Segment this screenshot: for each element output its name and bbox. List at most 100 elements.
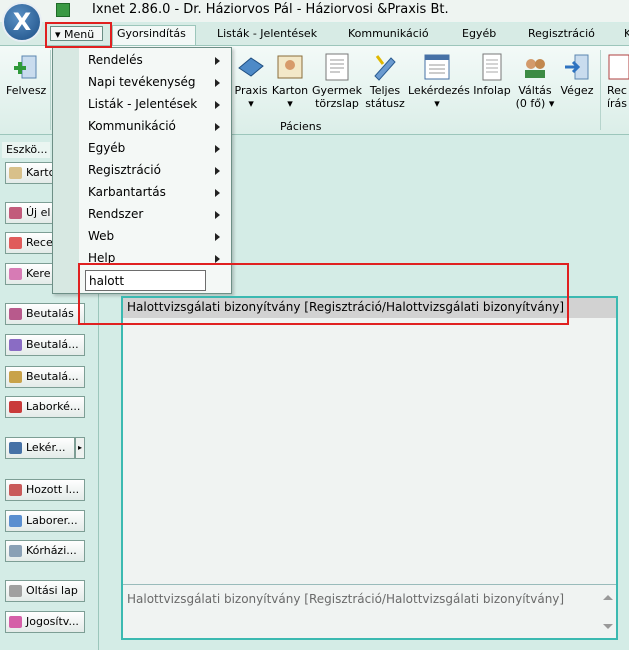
hozott-lelet-tool-button[interactable]: Hozott l...	[5, 479, 85, 501]
menu-item-listak-jelentesek[interactable]: Listák - Jelentések	[88, 97, 197, 111]
submenu-arrow-icon	[215, 189, 220, 197]
gyermek-torzslap-label: Gyermek törzslap	[312, 84, 362, 110]
tool-label: Laborer...	[26, 514, 78, 527]
child-record-icon	[325, 53, 349, 81]
tools-panel-header[interactable]: Eszkö...	[2, 142, 50, 158]
menu-icon-gutter	[53, 48, 79, 293]
submenu-arrow-icon	[215, 145, 220, 153]
lekerdezes-button[interactable]: Lekérdezés ▾	[408, 52, 470, 110]
labor-eredmeny-tool-button[interactable]: Laborer...	[5, 510, 85, 532]
tab-egyeb[interactable]: Egyéb	[462, 27, 496, 40]
praxis-dropdown-arrow: ▾	[248, 97, 254, 110]
search-card-icon	[9, 268, 22, 280]
tool-label: Kórházi...	[26, 544, 77, 557]
scroll-down-icon[interactable]	[603, 624, 613, 629]
query-window-icon	[9, 442, 22, 454]
tool-label: Oltási lap	[26, 584, 78, 597]
menu-item-napi-tevekenyseg[interactable]: Napi tevékenység	[88, 75, 196, 89]
karton-dropdown-arrow: ▾	[287, 97, 293, 110]
tab-kommunikacio[interactable]: Kommunikáció	[348, 27, 429, 40]
tool-label: Beutalás	[26, 307, 74, 320]
tool-label: Beutalá...	[26, 370, 79, 383]
infolap-label: Infolap	[473, 84, 511, 97]
menu-item-rendeles[interactable]: Rendelés	[88, 53, 143, 67]
referral-icon	[9, 339, 22, 351]
status-brush-icon	[374, 55, 396, 81]
valtas-dropdown-arrow: ▾	[548, 97, 555, 110]
lekerdezes-expand-arrow[interactable]: ▸	[75, 437, 85, 459]
finish-door-icon	[565, 54, 589, 80]
tab-gyorsinditas[interactable]: Gyorsindítás	[117, 27, 186, 40]
tool-label: Beutalá...	[26, 338, 79, 351]
submenu-arrow-icon	[215, 167, 220, 175]
lab-icon	[9, 401, 22, 413]
tab-overflow[interactable]: K	[624, 27, 629, 40]
test-tube-icon	[9, 515, 22, 527]
praxis-label: Praxis	[234, 84, 268, 97]
stethoscope-icon	[9, 207, 22, 219]
document-icon	[9, 484, 22, 496]
submenu-arrow-icon	[215, 255, 220, 263]
hospital-icon	[9, 545, 22, 557]
tool-label: Rece	[26, 236, 53, 249]
prescription-icon	[608, 54, 629, 80]
gyermek-torzslap-button[interactable]: Gyermek törzslap	[312, 52, 362, 110]
recept-iras-label: Rec írás	[606, 84, 628, 110]
ribbon-separator	[50, 50, 51, 130]
beutalas2-tool-button[interactable]: Beutalá...	[5, 334, 85, 356]
referral-icon	[9, 371, 22, 383]
switch-patients-icon	[525, 59, 545, 78]
felvesz-button[interactable]: Felvesz	[6, 52, 46, 97]
tool-label: Kere	[26, 267, 51, 280]
search-highlight-box	[78, 263, 569, 325]
lekerdezes-label: Lekérdezés	[408, 84, 470, 97]
menu-highlight-box	[45, 22, 112, 48]
teljes-statusz-label: Teljes státusz	[365, 84, 405, 110]
ribbon-separator	[600, 50, 601, 130]
paciens-group-label: Páciens	[280, 120, 322, 133]
karton-button[interactable]: Karton ▾	[271, 52, 309, 110]
submenu-arrow-icon	[215, 101, 220, 109]
menu-item-karbantartas[interactable]: Karbantartás	[88, 185, 166, 199]
valtas-label: Váltás (0 fő)	[515, 84, 552, 110]
karton-label: Karton	[271, 84, 309, 97]
valtas-button[interactable]: Váltás (0 fő) ▾	[514, 52, 556, 110]
recept-iras-button[interactable]: Rec írás	[605, 52, 629, 110]
submenu-arrow-icon	[215, 123, 220, 131]
lekerdezes-dropdown-arrow: ▾	[434, 97, 440, 110]
syringe-icon	[9, 585, 22, 597]
submenu-arrow-icon	[215, 57, 220, 65]
oltasi-lap-tool-button[interactable]: Oltási lap	[5, 580, 85, 602]
menu-item-egyeb[interactable]: Egyéb	[88, 141, 125, 155]
teljes-statusz-button[interactable]: Teljes státusz	[364, 52, 406, 110]
patient-card-icon	[277, 55, 303, 79]
menu-item-regisztracio[interactable]: Regisztráció	[88, 163, 161, 177]
vegez-button[interactable]: Végez	[559, 52, 595, 97]
tool-label: Lekér...	[26, 441, 66, 454]
submenu-arrow-icon	[215, 211, 220, 219]
menu-item-web[interactable]: Web	[88, 229, 114, 243]
submenu-arrow-icon	[215, 233, 220, 241]
result-detail-text: Halottvizsgálati bizonyítvány [Regisztrá…	[127, 592, 565, 606]
tool-label: Kartc	[26, 166, 55, 179]
book-icon	[238, 57, 264, 77]
scroll-up-icon[interactable]	[603, 595, 613, 600]
save-icon[interactable]	[56, 3, 70, 17]
laborkeres-tool-button[interactable]: Laborké...	[5, 396, 85, 418]
beutalas-tool-button[interactable]: Beutalás	[5, 303, 85, 325]
praxis-button[interactable]: Praxis ▾	[233, 52, 269, 110]
lekerdezes-tool-button[interactable]: Lekér...	[5, 437, 75, 459]
korhazi-tool-button[interactable]: Kórházi...	[5, 540, 85, 562]
beutalas3-tool-button[interactable]: Beutalá...	[5, 366, 85, 388]
tab-listak-jelentesek[interactable]: Listák - Jelentések	[217, 27, 317, 40]
menu-item-kommunikacio[interactable]: Kommunikáció	[88, 119, 176, 133]
app-logo-icon[interactable]: X	[2, 2, 42, 42]
card-icon	[9, 167, 22, 179]
menu-item-rendszer[interactable]: Rendszer	[88, 207, 143, 221]
info-sheet-icon	[482, 53, 502, 81]
infolap-button[interactable]: Infolap	[472, 52, 512, 97]
jogositvany-tool-button[interactable]: Jogosítv...	[5, 611, 85, 633]
tool-label: Laborké...	[26, 400, 81, 413]
submenu-arrow-icon	[215, 79, 220, 87]
tab-regisztracio[interactable]: Regisztráció	[528, 27, 595, 40]
